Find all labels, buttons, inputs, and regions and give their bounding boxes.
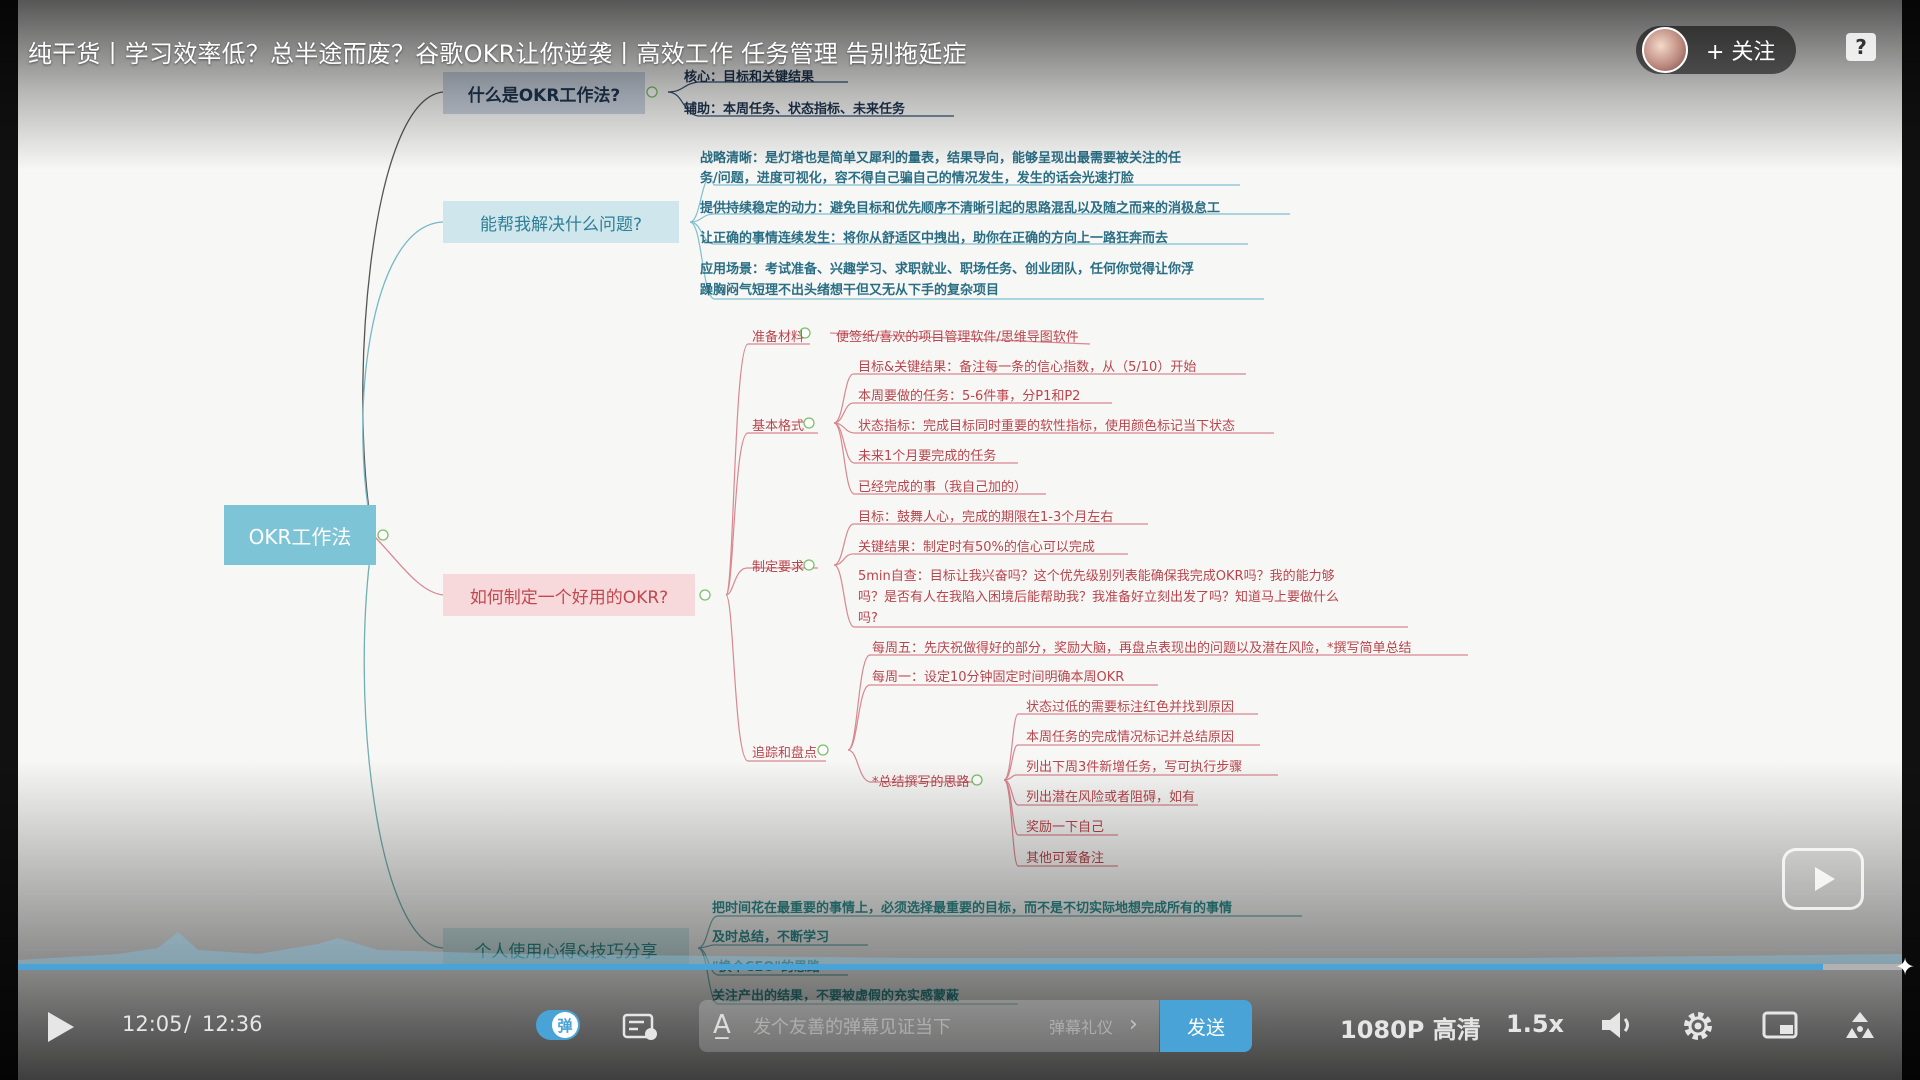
leaf-req-4: 吗? (858, 611, 878, 626)
mindmap-root-node: OKR工作法 (224, 505, 376, 565)
progress-bar[interactable] (18, 964, 1902, 970)
danmaku-toggle-knob: 弹 (552, 1012, 578, 1038)
sub-requirements-label: 制定要求 (752, 560, 805, 575)
quality-button[interactable]: 1080P 高清 (1340, 1010, 1481, 1045)
danmaku-style-icon[interactable]: A̲ (713, 1010, 731, 1040)
leaf-summary-4: 奖励一下自己 (1026, 820, 1105, 835)
video-frame[interactable]: OKR工作法 什么是OKR工作法? 核心：目标和关键结果 辅助：本周任务、状态指… (18, 0, 1902, 1080)
branch-what-is-okr: 什么是OKR工作法? (443, 72, 645, 114)
leaf-summary-0: 状态过低的需要标注红色并找到原因 (1026, 700, 1235, 715)
leaf-summary-1: 本周任务的完成情况标记并总结原因 (1026, 730, 1235, 745)
high-energy-wave (18, 932, 1902, 964)
leaf-track-1: 每周一：设定10分钟固定时间明确本周OKR (872, 670, 1125, 685)
danmaku-settings-icon[interactable] (622, 1012, 660, 1042)
progress-played (18, 964, 1823, 970)
volume-icon[interactable] (1598, 1008, 1638, 1042)
leaf-summary-2: 列出下周3件新增任务，写可执行步骤 (1026, 760, 1243, 775)
play-overlay-icon[interactable] (1782, 848, 1864, 910)
danmaku-toggle[interactable]: 弹 (536, 1010, 580, 1040)
time-current: 12:05 (122, 1012, 183, 1036)
leaf-req-0: 目标：鼓舞人心，完成的期限在1-3个月左右 (858, 510, 1114, 525)
branch-problems-solved: 能帮我解决什么问题? (443, 201, 679, 243)
leaf-strategy-line1: 战略清晰：是灯塔也是简单又犀利的量表，结果导向，能够呈现出最需要被关注的任 (700, 151, 1182, 166)
sub-format-label: 基本格式 (752, 419, 805, 434)
leaf-summary-3: 列出潜在风险或者阻碍，如有 (1026, 790, 1196, 805)
leaf-summary-5: 其他可爱备注 (1026, 851, 1105, 866)
leaf-scenarios-line1: 应用场景：考试准备、兴趣学习、求职就业、职场任务、创业团队，任何你觉得让你浮 (700, 262, 1195, 277)
send-danmaku-button[interactable]: 发送 (1160, 1000, 1252, 1052)
leaf-strategy-line2: 务/问题，进度可视化，容不得自己骗自己的情况发生，发生的话会光速打脸 (700, 171, 1134, 186)
leaf-format-2: 状态指标：完成目标同时重要的软性指标，使用颜色标记当下状态 (858, 419, 1236, 434)
speed-button[interactable]: 1.5x (1506, 1010, 1564, 1038)
leaf-format-0: 目标&关键结果：备注每一条的信心指数，从（5/10）开始 (858, 360, 1197, 375)
video-title: 纯干货丨学习效率低？总半途而废？谷歌OKR让你逆袭丨高效工作 任务管理 告别拖延… (28, 40, 967, 68)
video-player[interactable]: OKR工作法 什么是OKR工作法? 核心：目标和关键结果 辅助：本周任务、状态指… (0, 0, 1920, 1080)
settings-gear-icon[interactable] (1680, 1008, 1716, 1044)
root-label: OKR工作法 (248, 524, 352, 549)
leaf-aux: 辅助：本周任务、状态指标、未来任务 (684, 102, 906, 117)
leaf-format-1: 本周要做的任务：5-6件事，分P1和P2 (858, 389, 1081, 404)
chevron-right-icon[interactable]: › (1129, 1012, 1138, 1037)
leaf-right-things: 让正确的事情连续发生：将你从舒适区中拽出，助你在正确的方向上一路狂奔而去 (700, 231, 1169, 246)
leaf-track-0: 每周五：先庆祝做得好的部分，奖励大脑，再盘点表现出的问题以及潜在风险，*撰写简单… (872, 641, 1412, 656)
picture-in-picture-icon[interactable] (1762, 1010, 1800, 1042)
branch-make-okr: 如何制定一个好用的OKR? (443, 574, 695, 616)
leaf-format-3: 未来1个月要完成的任务 (858, 449, 997, 464)
uploader-avatar[interactable] (1642, 27, 1688, 73)
progress-thumb-icon[interactable]: ✦ (1895, 953, 1915, 981)
branch-problems-solved-label: 能帮我解决什么问题? (479, 214, 643, 235)
follow-button[interactable]: + 关注 (1706, 34, 1775, 66)
leaf-req-1: 关键结果：制定时有50%的信心可以完成 (858, 540, 1095, 555)
sub-prep-label: 准备材料 (752, 330, 805, 345)
leaf-req-2: 5min自查：目标让我兴奋吗？这个优先级别列表能确保我完成OKR吗？我的能力够 (858, 569, 1335, 584)
play-button[interactable] (42, 1008, 78, 1046)
leaf-prep: 便签纸/喜欢的项目管理软件/思维导图软件 (836, 330, 1079, 345)
leaf-motivation: 提供持续稳定的动力：避免目标和优先顺序不清晰引起的思路混乱以及随之而来的消极怠工 (700, 201, 1221, 216)
help-icon[interactable]: ? (1846, 33, 1876, 61)
branch-what-is-okr-label: 什么是OKR工作法? (467, 85, 621, 106)
branch-make-okr-label: 如何制定一个好用的OKR? (469, 587, 669, 608)
sub-summary-label: *总结撰写的思路 (872, 775, 970, 790)
danmaku-input-bar[interactable]: A̲ 弹幕礼仪 › (699, 1000, 1159, 1052)
leaf-scenarios-line2: 躁胸闷气短理不出头绪想干但又无从下手的复杂项目 (700, 283, 1000, 298)
leaf-format-4: 已经完成的事（我自己加的） (858, 480, 1028, 495)
time-total: 12:36 (202, 1012, 263, 1036)
danmaku-etiquette-link[interactable]: 弹幕礼仪 (1049, 1014, 1113, 1038)
leaf-req-3: 吗？是否有人在我陷入困境后能帮助我？我准备好立刻出发了吗？知道马上要做什么 (858, 590, 1340, 605)
sub-tracking-label: 追踪和盘点 (752, 746, 818, 761)
danmaku-input[interactable] (751, 1010, 1095, 1044)
time-separator: / (184, 1012, 192, 1036)
fullscreen-icon[interactable] (1840, 1008, 1880, 1044)
leaf-tip-0: 把时间花在最重要的事情上，必须选择最重要的目标，而不是不切实际地想完成所有的事情 (712, 901, 1233, 916)
